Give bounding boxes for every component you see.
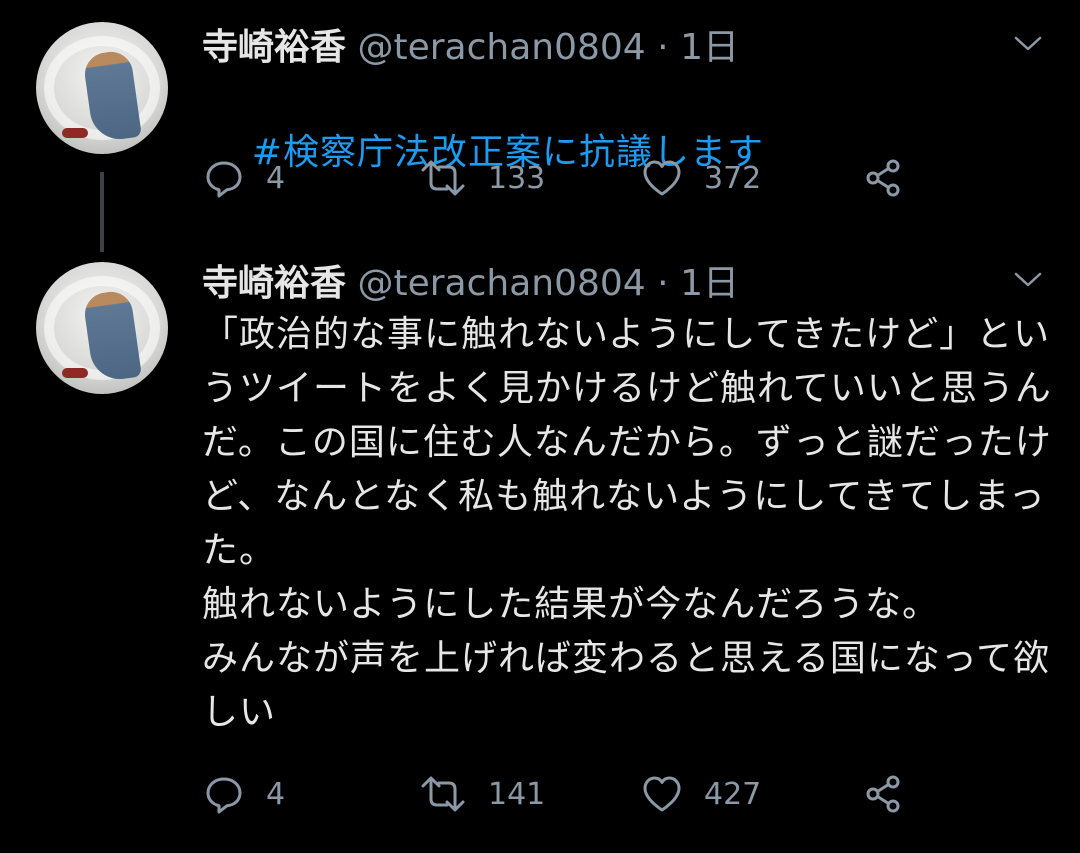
- reply-icon: [206, 161, 242, 198]
- separator-dot: ·: [657, 27, 669, 68]
- tweet-text: #検察庁法改正案に抗議します: [202, 72, 1062, 234]
- retweet-icon: [421, 160, 465, 196]
- tweet-text: 「政治的な事に触れないようにしてきたけど」というツイートをよく見かけるけど触れて…: [202, 314, 1052, 733]
- separator-dot: ·: [657, 263, 669, 304]
- retweet-button[interactable]: 133: [418, 156, 545, 200]
- like-count: 372: [704, 160, 762, 196]
- tweet-header: 寺崎裕香 @terachan0804 · 1日: [202, 26, 739, 70]
- tweet-2[interactable]: 寺崎裕香 @terachan0804 · 1日 「政治的な事に触れないようにして…: [0, 240, 1080, 853]
- retweet-count: 141: [488, 776, 546, 812]
- reply-icon: [206, 777, 242, 814]
- share-button[interactable]: [862, 156, 906, 200]
- handle[interactable]: @terachan0804: [357, 263, 645, 304]
- retweet-count: 133: [488, 160, 546, 196]
- like-icon: [643, 160, 681, 196]
- avatar[interactable]: [36, 22, 168, 154]
- avatar[interactable]: [36, 262, 168, 394]
- share-icon: [866, 159, 900, 197]
- tweet-1[interactable]: 寺崎裕香 @terachan0804 · 1日 #検察庁法改正案に抗議します 4…: [0, 0, 1080, 240]
- like-icon: [643, 776, 681, 812]
- reply-count: 4: [266, 160, 286, 196]
- handle[interactable]: @terachan0804: [357, 27, 645, 68]
- timestamp[interactable]: 1日: [680, 263, 739, 304]
- share-icon: [866, 775, 900, 813]
- tweet-header: 寺崎裕香 @terachan0804 · 1日: [202, 262, 739, 306]
- display-name[interactable]: 寺崎裕香: [202, 263, 346, 304]
- retweet-icon: [421, 776, 465, 812]
- tweet-actions: 4 141 427: [202, 772, 962, 816]
- reply-button[interactable]: 4: [202, 156, 285, 200]
- tweet-actions: 4 133 372: [202, 156, 962, 200]
- caret-down-icon[interactable]: [1014, 272, 1042, 288]
- share-button[interactable]: [862, 772, 906, 816]
- display-name[interactable]: 寺崎裕香: [202, 27, 346, 68]
- reply-count: 4: [266, 776, 286, 812]
- caret-down-icon[interactable]: [1014, 36, 1042, 52]
- like-count: 427: [704, 776, 762, 812]
- like-button[interactable]: 372: [640, 156, 761, 200]
- reply-button[interactable]: 4: [202, 772, 285, 816]
- timestamp[interactable]: 1日: [680, 27, 739, 68]
- retweet-button[interactable]: 141: [418, 772, 545, 816]
- like-button[interactable]: 427: [640, 772, 761, 816]
